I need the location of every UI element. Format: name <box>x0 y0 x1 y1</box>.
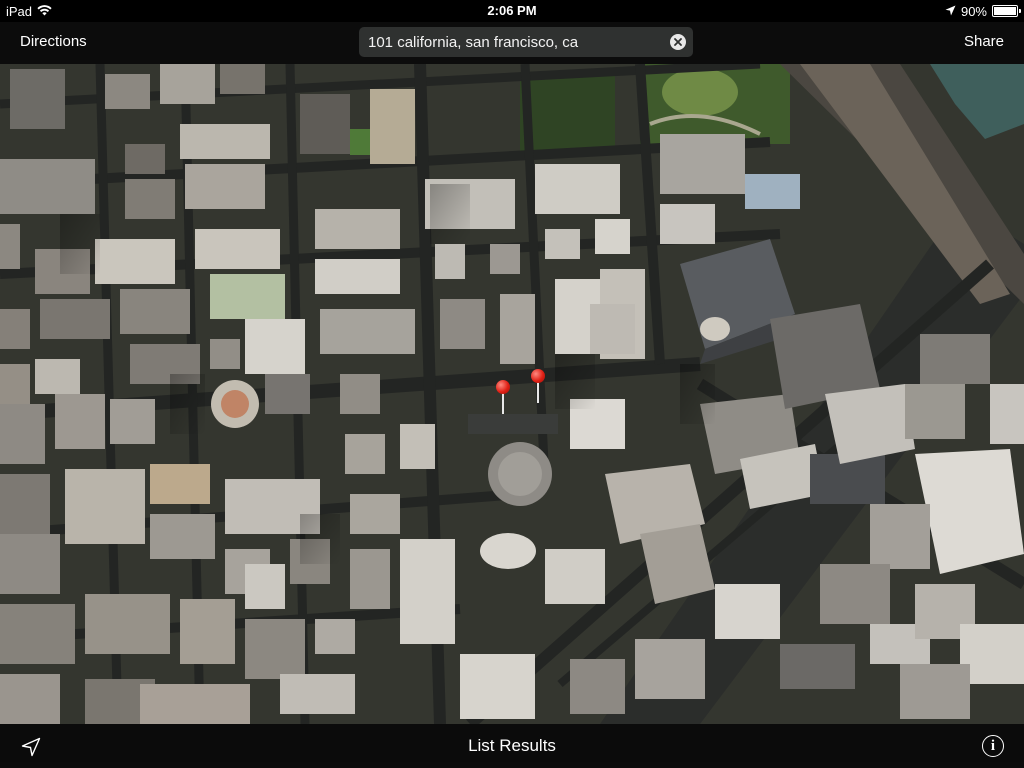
search-field[interactable] <box>359 27 693 57</box>
pin-stem <box>502 392 504 414</box>
status-bar: iPad 2:06 PM 90% <box>0 0 1024 22</box>
info-icon: i <box>990 737 996 754</box>
directions-button[interactable]: Directions <box>20 33 87 50</box>
status-right: 90% <box>945 0 1021 22</box>
satellite-map[interactable] <box>0 64 1024 724</box>
share-button[interactable]: Share <box>964 33 1004 50</box>
status-time: 2:06 PM <box>487 3 537 18</box>
pin-head <box>496 380 510 394</box>
map-pin[interactable] <box>531 369 545 405</box>
location-arrow-icon <box>945 4 956 19</box>
bottom-toolbar: List Results i <box>0 724 1024 768</box>
list-results-button[interactable]: List Results <box>0 736 1024 756</box>
battery-percent: 90% <box>960 3 987 19</box>
info-button[interactable]: i <box>982 735 1004 757</box>
map-imagery <box>0 64 1024 724</box>
top-toolbar: Directions Share <box>0 22 1024 64</box>
map-pin[interactable] <box>496 380 510 416</box>
pin-head <box>531 369 545 383</box>
pin-stem <box>537 381 539 403</box>
battery-icon <box>992 5 1021 17</box>
clear-search-button[interactable] <box>670 34 686 50</box>
close-icon <box>674 38 682 46</box>
search-input[interactable] <box>368 33 661 51</box>
